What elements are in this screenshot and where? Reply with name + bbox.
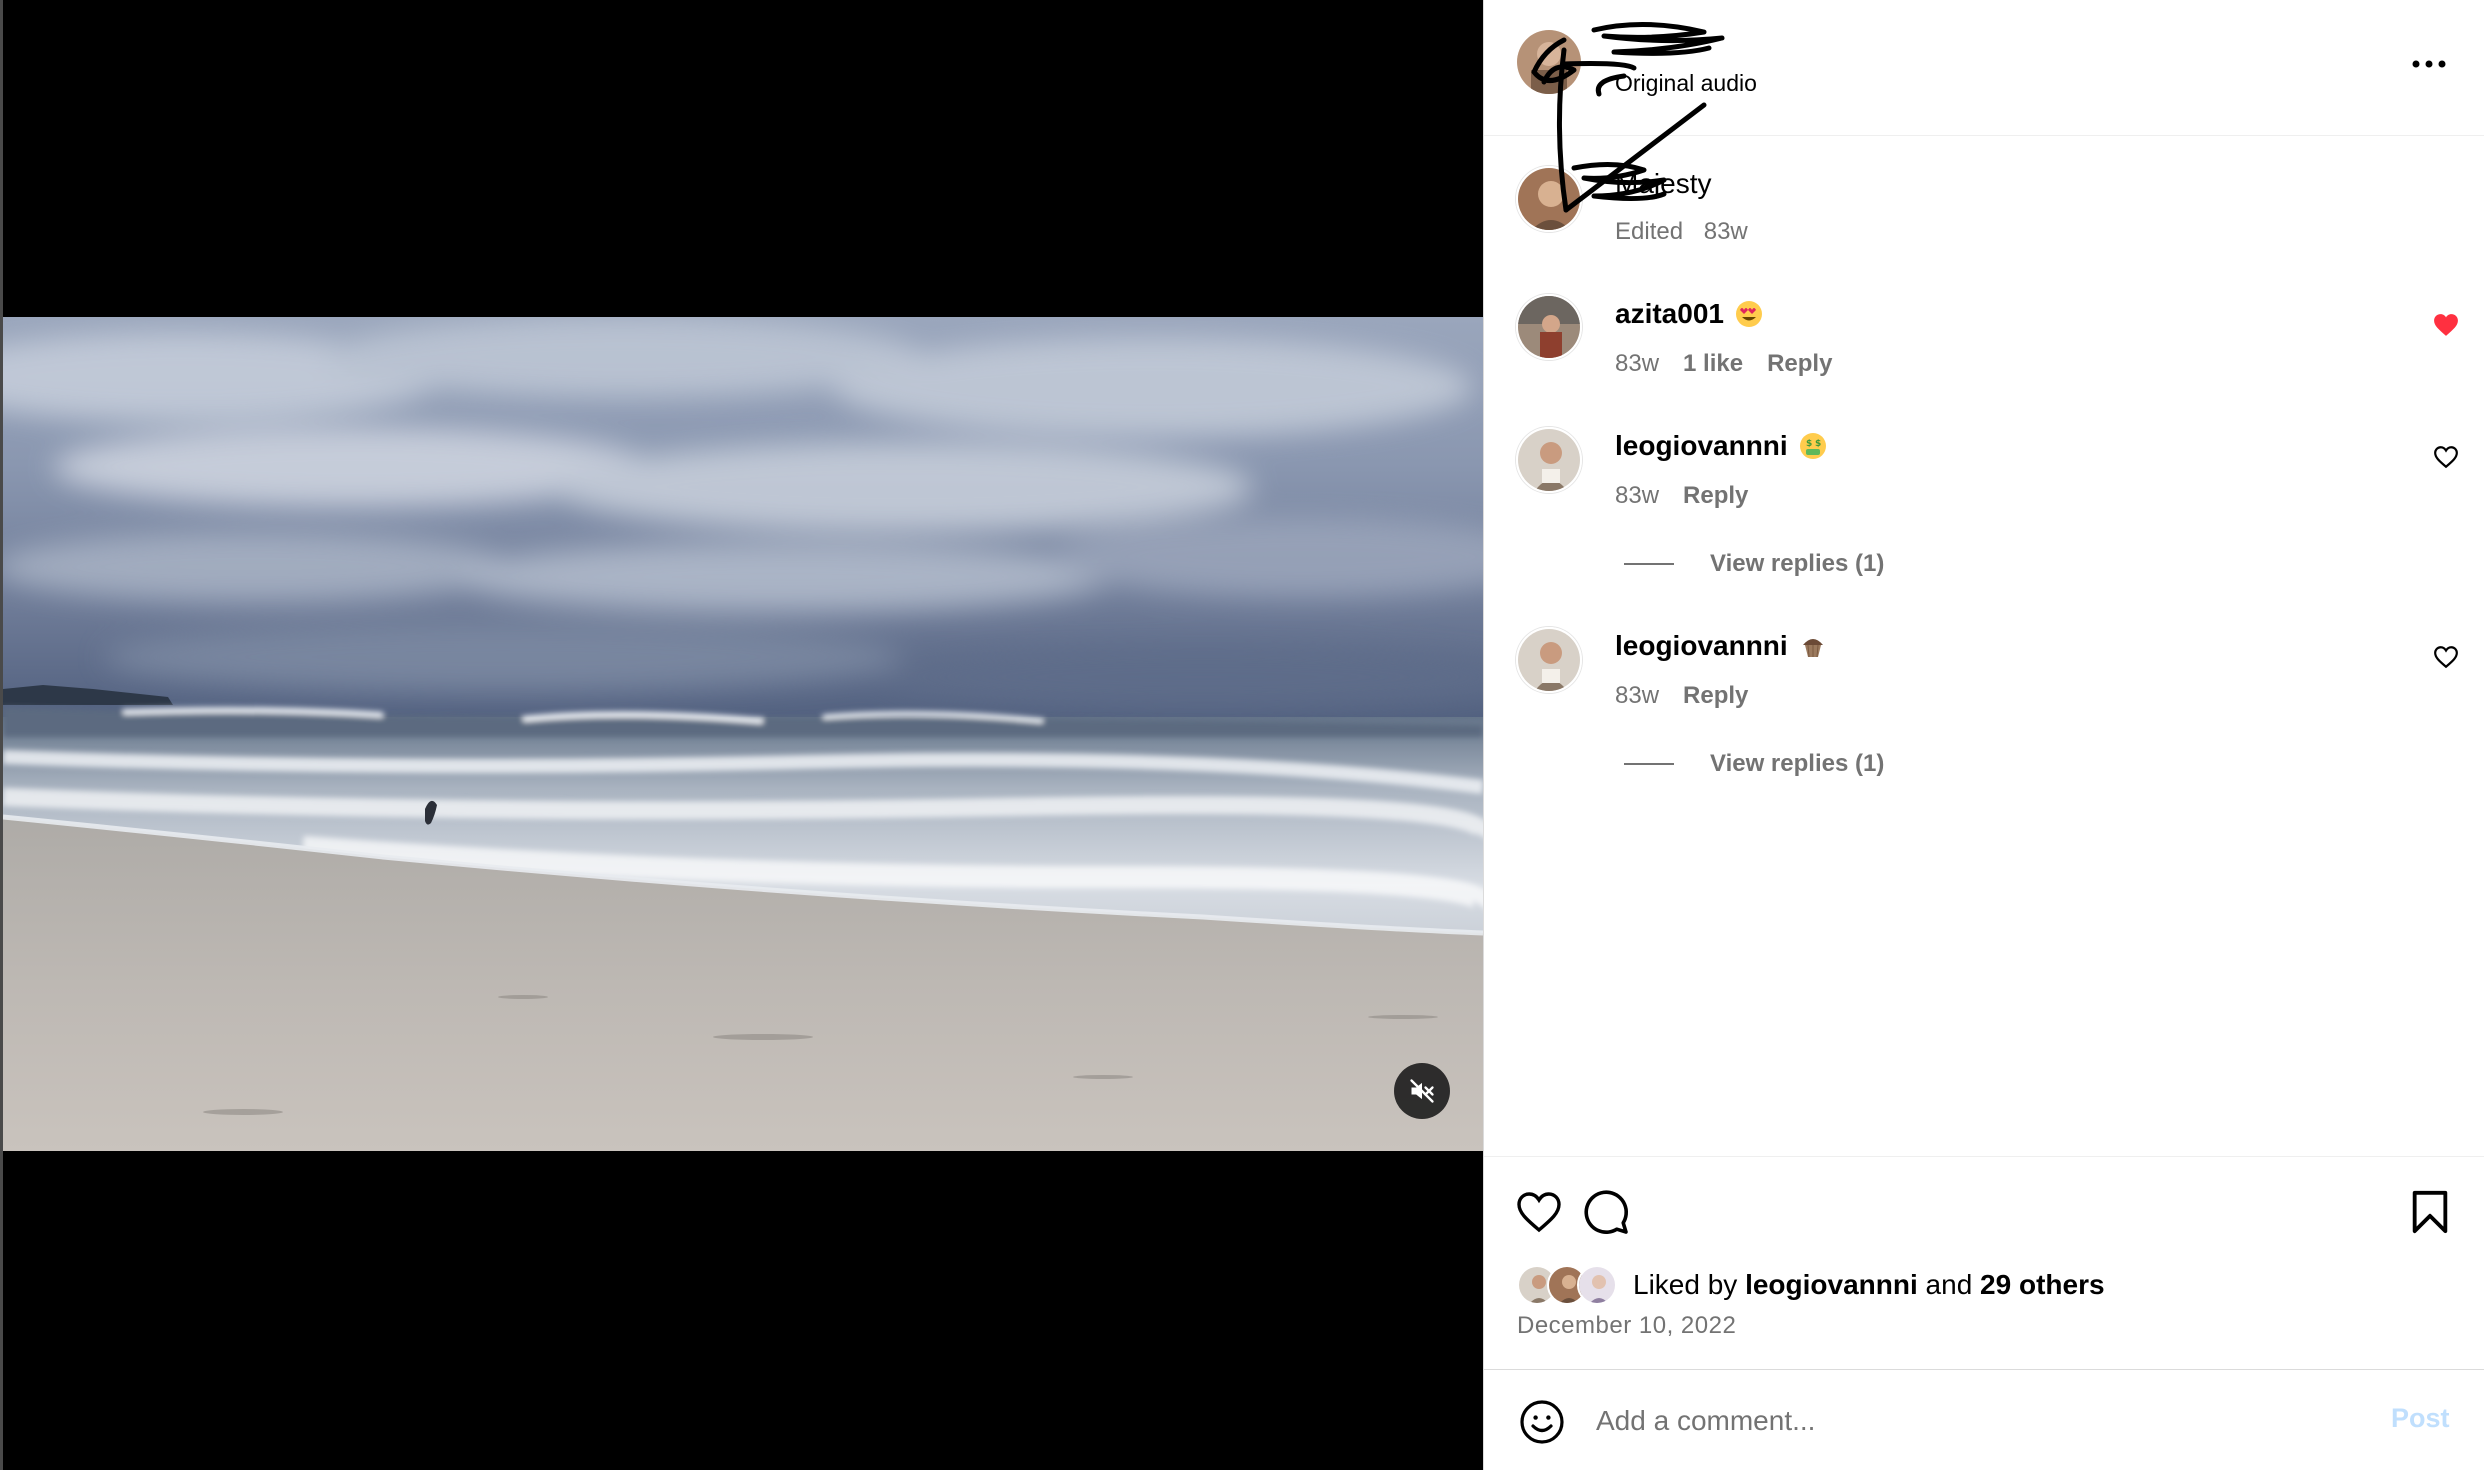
heart-outline-icon [1517, 1192, 1561, 1233]
comment-username-text[interactable]: azita001 [1615, 298, 1724, 330]
comment-likes-count[interactable]: 1 like [1683, 350, 1743, 378]
like-post-button[interactable] [1513, 1186, 1565, 1238]
post-date[interactable]: December 10, 2022 [1517, 1312, 1736, 1340]
comment-time: 83w [1615, 682, 1660, 709]
comment-reply-button[interactable]: Reply [1683, 482, 1748, 510]
heart-eyes-emoji-icon [1735, 301, 1762, 327]
money-mouth-emoji-icon: $ $ [1799, 433, 1826, 459]
caption-meta: Edited 83w [1615, 218, 1748, 246]
original-audio-link[interactable]: Original audio [1615, 70, 1757, 97]
comment-reply-button[interactable]: Reply [1683, 682, 1748, 710]
post-actions: Liked by leogiovannni and 29 others Dece… [1484, 1156, 2484, 1369]
comment-like-button[interactable] [2430, 641, 2462, 673]
liker-avatar [1577, 1265, 1617, 1305]
view-replies-button[interactable]: View replies (1) [1624, 750, 1884, 778]
bookmark-icon [2412, 1190, 2448, 1234]
cupcake-emoji-icon [1802, 639, 1823, 658]
more-horizontal-icon [2412, 60, 2446, 68]
liked-by-text: Liked by leogiovannni and 29 others [1633, 1269, 2105, 1301]
emoji-picker-button[interactable] [1517, 1397, 1567, 1447]
heart-outline-icon [2434, 646, 2458, 669]
post-header: Original audio [1484, 0, 2484, 136]
post-comment-button[interactable]: Post [2391, 1403, 2450, 1434]
liked-by-prefix: Liked by [1633, 1269, 1738, 1300]
comment-username-text[interactable]: leogiovannni [1615, 630, 1788, 662]
comment-avatar[interactable] [1516, 427, 1582, 493]
svg-text:$: $ [1815, 439, 1821, 449]
liked-by-conjunction: and [1925, 1269, 1973, 1300]
svg-text:$: $ [1806, 439, 1812, 449]
liked-by-row: Liked by leogiovannni and 29 others [1517, 1265, 2105, 1305]
comment-username[interactable]: leogiovannni [1615, 630, 1828, 662]
comment-like-button[interactable] [2430, 441, 2462, 473]
heart-outline-icon [2434, 446, 2458, 469]
comment-time: 83w [1615, 482, 1660, 509]
smiley-face-icon [1520, 1400, 1564, 1444]
comment-username[interactable]: azita001 [1615, 298, 1764, 330]
caption-author-avatar[interactable] [1516, 166, 1582, 232]
comment-reply-button[interactable]: Reply [1767, 350, 1832, 378]
comment-username-text[interactable]: leogiovannni [1615, 430, 1788, 462]
view-replies-label[interactable]: View replies (1) [1710, 550, 1884, 578]
comment-input[interactable] [1596, 1394, 2356, 1448]
comment-button[interactable] [1580, 1186, 1632, 1238]
comment-bubble-icon [1584, 1190, 1629, 1235]
replies-divider-line [1624, 563, 1674, 565]
muted-speaker-icon [1410, 1079, 1434, 1103]
comment-composer: Post [1484, 1369, 2484, 1470]
beach-video-frame [3, 317, 1483, 1151]
comment-time: 83w [1615, 350, 1660, 377]
comment-meta: 83w Reply [1615, 482, 1748, 510]
liked-by-user-link[interactable]: leogiovannni [1745, 1269, 1918, 1300]
comment-username[interactable]: leogiovannni $ $ [1615, 430, 1828, 462]
caption-text: Majesty [1615, 168, 1712, 199]
comment-meta: 83w Reply [1615, 682, 1748, 710]
view-replies-button[interactable]: View replies (1) [1624, 550, 1884, 578]
liked-by-others-link[interactable]: 29 others [1980, 1269, 2105, 1300]
heart-filled-icon [2434, 314, 2458, 336]
edited-label: Edited [1615, 218, 1684, 245]
media-pane [0, 0, 1483, 1470]
comment-avatar[interactable] [1516, 627, 1582, 693]
save-post-button[interactable] [2404, 1186, 2456, 1238]
author-avatar[interactable] [1517, 30, 1581, 94]
view-replies-label[interactable]: View replies (1) [1710, 750, 1884, 778]
liked-by-avatars[interactable] [1517, 1265, 1625, 1305]
more-options-button[interactable] [2404, 46, 2454, 82]
replies-divider-line [1624, 763, 1674, 765]
video-player[interactable] [3, 317, 1483, 1151]
comment-meta: 83w 1 like Reply [1615, 350, 1832, 378]
mute-toggle-button[interactable] [1394, 1063, 1450, 1119]
comment-like-button[interactable] [2430, 309, 2462, 341]
caption-time: 83w [1703, 218, 1748, 245]
post-info-pane: Original audio Majesty Edited 83w azita0… [1483, 0, 2484, 1470]
comment-avatar[interactable] [1516, 294, 1582, 360]
